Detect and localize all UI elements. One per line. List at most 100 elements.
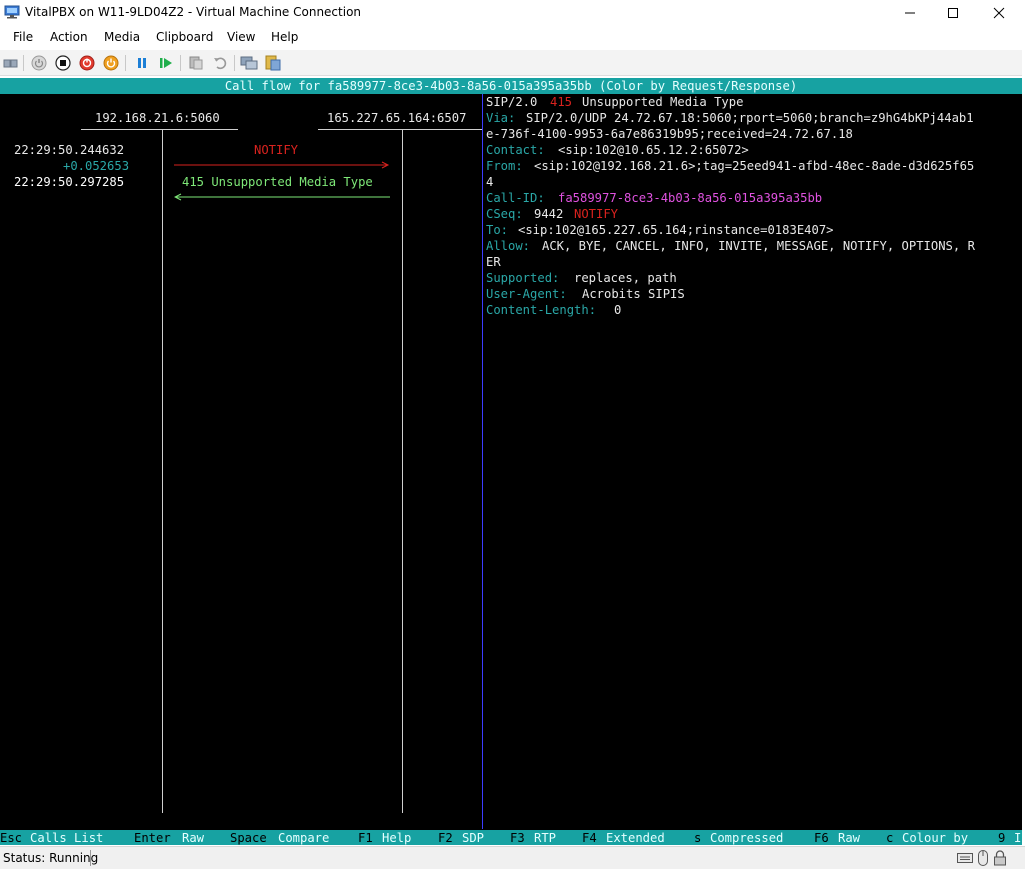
key-c[interactable]: c	[886, 830, 893, 845]
window-title: VitalPBX on W11-9LD04Z2 - Virtual Machin…	[25, 5, 362, 19]
row-1-label[interactable]: NOTIFY	[254, 142, 298, 158]
sip-status-text: Unsupported Media Type	[582, 95, 744, 109]
key-9-label[interactable]: I	[1014, 830, 1021, 845]
key-c-label[interactable]: Colour by	[902, 830, 968, 845]
key-f3[interactable]: F3	[510, 830, 525, 845]
status-text: Status: Running	[3, 851, 99, 865]
minimize-button[interactable]	[887, 0, 933, 26]
keyboard-icon	[957, 852, 973, 867]
toolbar	[0, 50, 1025, 76]
via-label: Via:	[486, 111, 516, 125]
status-separator	[90, 850, 91, 866]
row-2-label[interactable]: 415 Unsupported Media Type	[182, 174, 373, 190]
lifeline-b	[402, 130, 403, 813]
menu-action[interactable]: Action	[50, 30, 88, 44]
vm-connection-icon	[4, 5, 20, 19]
toolbar-separator	[125, 55, 126, 71]
key-9[interactable]: 9	[998, 830, 1005, 845]
key-esc-label[interactable]: Calls List	[30, 830, 103, 845]
key-f6-label[interactable]: Raw	[838, 830, 860, 845]
key-s[interactable]: s	[694, 830, 701, 845]
key-space[interactable]: Space	[230, 830, 267, 845]
menu-bar: File Action Media Clipboard View Help	[0, 28, 1025, 48]
lock-icon	[993, 850, 1007, 869]
user-agent-value: Acrobits SIPIS	[582, 287, 685, 301]
shut-down-icon[interactable]	[78, 54, 96, 72]
close-button[interactable]	[976, 0, 1022, 26]
cseq-number: 9442	[534, 207, 564, 221]
row-2-time[interactable]: 22:29:50.297285	[14, 174, 124, 190]
callid-label: Call-ID:	[486, 191, 545, 205]
title-bar: VitalPBX on W11-9LD04Z2 - Virtual Machin…	[0, 0, 1025, 26]
key-f3-label[interactable]: RTP	[534, 830, 556, 845]
from-value-cont: 4	[486, 175, 494, 189]
key-f2-label[interactable]: SDP	[462, 830, 484, 845]
key-esc[interactable]: Esc	[0, 830, 22, 845]
allow-value-cont: ER	[486, 255, 501, 269]
key-space-label[interactable]: Compare	[278, 830, 329, 845]
to-value: <sip:102@165.227.65.164;rinstance=0183E4…	[518, 223, 834, 237]
endpoint-a-label: 192.168.21.6:5060	[95, 111, 220, 125]
key-bar: Esc Calls List Enter Raw Space Compare F…	[0, 830, 1022, 845]
maximize-button[interactable]	[930, 0, 976, 26]
request-arrow	[174, 161, 390, 169]
turn-off-icon[interactable]	[54, 54, 72, 72]
key-f1-label[interactable]: Help	[382, 830, 411, 845]
call-flow-header: Call flow for fa589977-8ce3-4b03-8a56-01…	[0, 78, 1022, 94]
enhanced-session-icon[interactable]	[240, 54, 258, 72]
cseq-method: NOTIFY	[574, 207, 619, 221]
toolbar-separator	[234, 55, 235, 71]
row-1-time[interactable]: 22:29:50.244632	[14, 142, 124, 158]
via-value-cont: e-736f-4100-9953-6a7e86319b95;received=2…	[486, 127, 853, 141]
row-delta: +0.052653	[63, 159, 130, 173]
supported-label: Supported:	[486, 271, 560, 285]
key-enter[interactable]: Enter	[134, 830, 171, 845]
toolbar-separator	[23, 55, 24, 71]
menu-view[interactable]: View	[227, 30, 255, 44]
key-f6[interactable]: F6	[814, 830, 829, 845]
callid-value: fa589977-8ce3-4b03-8a56-015a395a35bb	[558, 191, 823, 205]
terminal-screen[interactable]: Call flow for fa589977-8ce3-4b03-8a56-01…	[0, 78, 1022, 845]
key-s-label[interactable]: Compressed	[710, 830, 783, 845]
toolbar-separator	[180, 55, 181, 71]
contact-value: <sip:102@10.65.12.2:65072>	[558, 143, 749, 157]
content-length-label: Content-Length:	[486, 303, 597, 317]
via-value: SIP/2.0/UDP 24.72.67.18:5060;rport=5060;…	[526, 111, 974, 125]
key-f4-label[interactable]: Extended	[606, 830, 665, 845]
mouse-icon	[978, 850, 988, 869]
contact-label: Contact:	[486, 143, 545, 157]
key-f2[interactable]: F2	[438, 830, 453, 845]
sip-status-prefix: SIP/2.0	[486, 95, 538, 109]
content-length-value: 0	[614, 303, 622, 317]
allow-label: Allow:	[486, 239, 531, 253]
power-icon[interactable]	[102, 54, 120, 72]
key-f4[interactable]: F4	[582, 830, 597, 845]
allow-value: ACK, BYE, CANCEL, INFO, INVITE, MESSAGE,…	[542, 239, 975, 253]
endpoint-b-underline	[318, 129, 482, 130]
pause-icon[interactable]	[133, 54, 151, 72]
pane-divider	[482, 94, 483, 829]
cseq-label: CSeq:	[486, 207, 523, 221]
supported-value: replaces, path	[574, 271, 677, 285]
menu-media[interactable]: Media	[104, 30, 140, 44]
to-label: To:	[486, 223, 509, 237]
menu-clipboard[interactable]: Clipboard	[156, 30, 213, 44]
ctrl-alt-del-icon[interactable]	[2, 54, 20, 72]
from-value: <sip:102@192.168.21.6>;tag=25eed941-afbd…	[534, 159, 975, 173]
start-icon[interactable]	[30, 54, 48, 72]
status-bar: Status: Running	[0, 846, 1025, 869]
checkpoint-icon[interactable]	[187, 54, 205, 72]
key-f1[interactable]: F1	[358, 830, 373, 845]
from-label: From:	[486, 159, 523, 173]
key-enter-label[interactable]: Raw	[182, 830, 204, 845]
sip-status-code: 415	[550, 95, 573, 109]
menu-help[interactable]: Help	[271, 30, 298, 44]
menu-file[interactable]: File	[13, 30, 33, 44]
resume-icon[interactable]	[157, 54, 175, 72]
revert-icon[interactable]	[211, 54, 229, 72]
share-icon[interactable]	[264, 54, 282, 72]
endpoint-a-underline	[81, 129, 238, 130]
response-arrow	[174, 193, 390, 201]
user-agent-label: User-Agent:	[486, 287, 567, 301]
lifeline-a	[162, 130, 163, 813]
